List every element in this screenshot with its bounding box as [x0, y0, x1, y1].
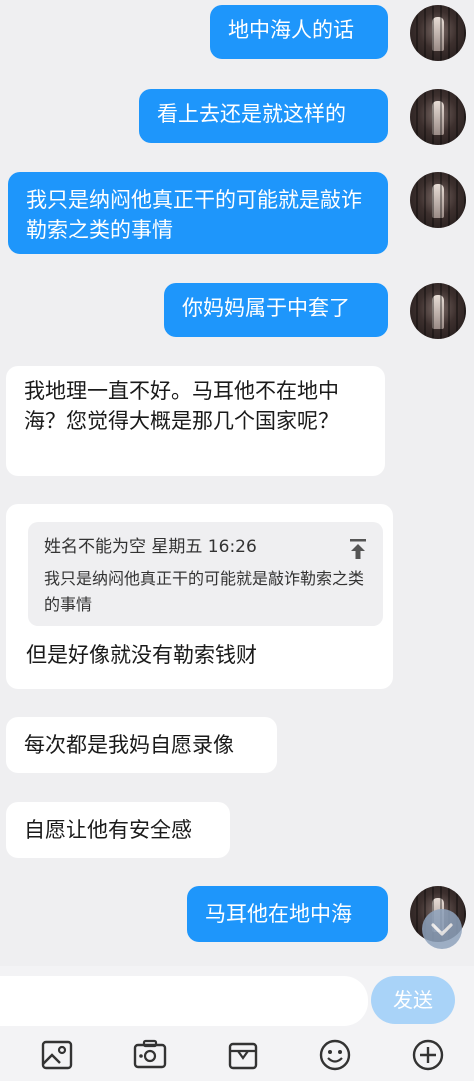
gift-icon[interactable]: [226, 1038, 260, 1072]
quote-text: 我只是纳闷他真正干的可能就是敲诈勒索之类的事情: [44, 569, 365, 614]
send-button[interactable]: 发送: [371, 976, 455, 1024]
quoted-message[interactable]: 姓名不能为空 星期五 16:26 我只是纳闷他真正干的可能就是敲诈勒索之类的事情: [28, 522, 383, 626]
my-avatar[interactable]: [410, 89, 466, 145]
reply-text: 但是好像就没有勒索钱财: [26, 643, 257, 667]
my-avatar[interactable]: [410, 283, 466, 339]
quote-meta: 姓名不能为空 星期五 16:26: [44, 537, 257, 557]
plus-icon[interactable]: [411, 1038, 445, 1072]
emoji-icon[interactable]: [318, 1038, 352, 1072]
jump-to-message-icon[interactable]: [349, 538, 367, 560]
message-bubble-incoming-reply[interactable]: 姓名不能为空 星期五 16:26 我只是纳闷他真正干的可能就是敲诈勒索之类的事情…: [6, 504, 393, 689]
message-bubble-outgoing[interactable]: 你妈妈属于中套了: [164, 283, 388, 337]
image-icon[interactable]: [40, 1038, 74, 1072]
message-bubble-incoming[interactable]: 自愿让他有安全感: [6, 802, 230, 858]
scroll-to-bottom-button[interactable]: [422, 909, 462, 949]
camera-icon[interactable]: [133, 1038, 167, 1072]
chevron-down-icon: [431, 923, 453, 936]
message-bubble-outgoing[interactable]: 看上去还是就这样的: [139, 89, 388, 143]
my-avatar[interactable]: [410, 5, 466, 61]
message-bubble-outgoing[interactable]: 我只是纳闷他真正干的可能就是敲诈勒索之类的事情: [8, 172, 388, 254]
chat-area[interactable]: 地中海人的话 看上去还是就这样的 我只是纳闷他真正干的可能就是敲诈勒索之类的事情…: [0, 0, 474, 966]
message-bubble-outgoing[interactable]: 马耳他在地中海: [187, 886, 388, 942]
message-bubble-incoming[interactable]: 每次都是我妈自愿录像: [6, 717, 277, 773]
message-input[interactable]: [0, 976, 368, 1026]
my-avatar[interactable]: [410, 172, 466, 228]
message-bubble-incoming[interactable]: 我地理一直不好。马耳他不在地中海？您觉得大概是那几个国家呢？: [6, 366, 385, 476]
message-bubble-outgoing[interactable]: 地中海人的话: [210, 5, 388, 59]
